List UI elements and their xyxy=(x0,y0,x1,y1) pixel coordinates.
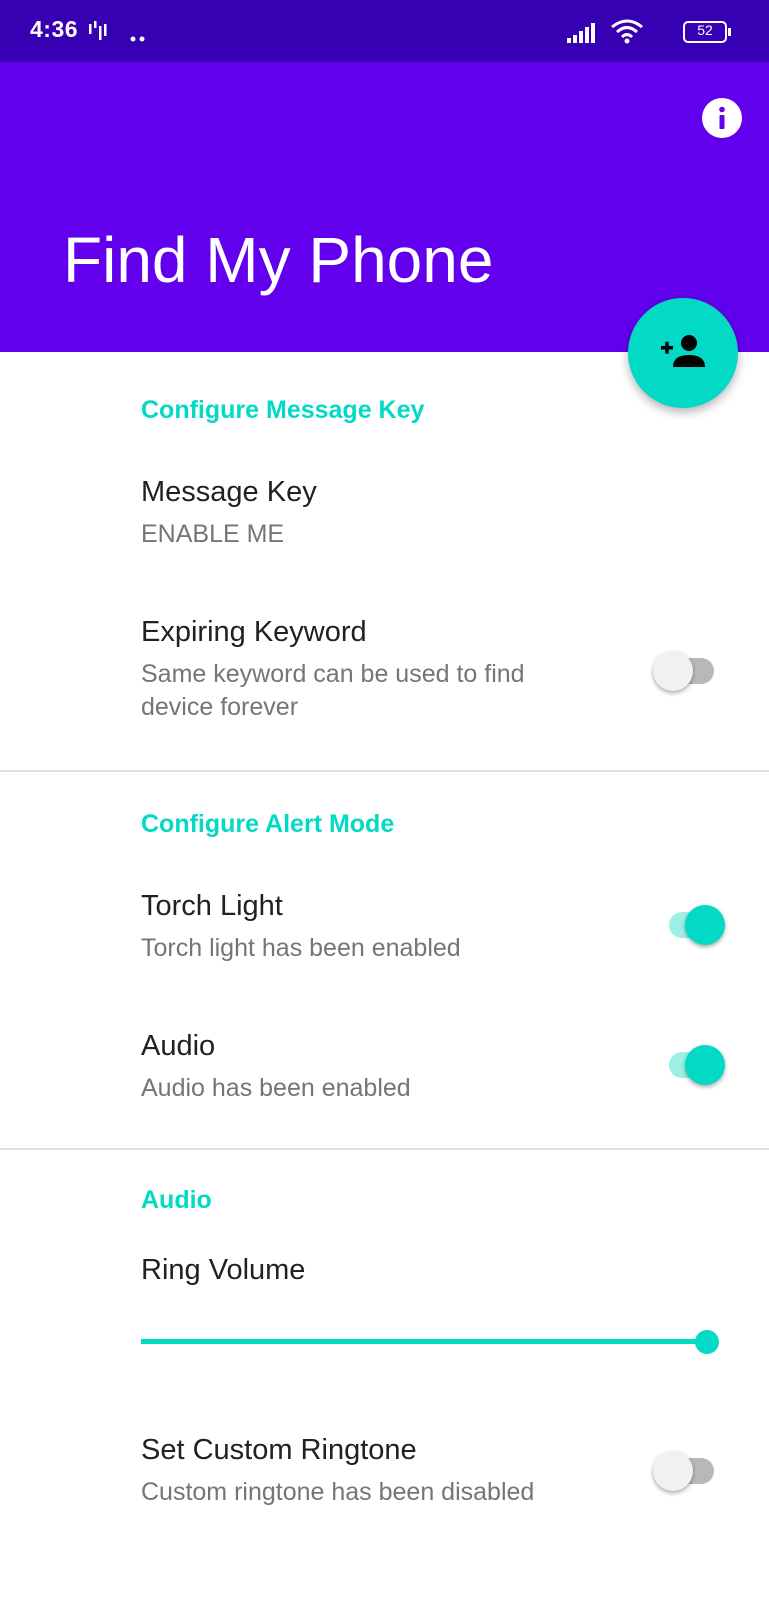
audio-switch[interactable] xyxy=(657,1040,727,1085)
expiring-keyword-switch[interactable] xyxy=(650,646,720,691)
switch-thumb xyxy=(685,905,725,945)
ring-volume-title: Ring Volume xyxy=(141,1254,306,1286)
wifi-icon xyxy=(610,19,644,49)
custom-ringtone-switch[interactable] xyxy=(650,1446,720,1491)
pref-summary: Torch light has been enabled xyxy=(141,934,461,962)
pref-expiring-keyword[interactable]: Expiring Keyword Same keyword can be use… xyxy=(0,602,769,732)
person-add-icon xyxy=(661,335,705,367)
switch-thumb xyxy=(653,651,693,691)
divider xyxy=(0,1148,769,1150)
switch-thumb xyxy=(685,1045,725,1085)
section-header-alert-mode: Configure Alert Mode xyxy=(141,810,395,838)
pref-summary: Audio has been enabled xyxy=(141,1074,411,1102)
page-title: Find My Phone xyxy=(63,224,494,296)
pref-title: Audio xyxy=(141,1030,216,1062)
notification-audio-icon xyxy=(88,21,110,47)
pref-audio[interactable]: Audio Audio has been enabled xyxy=(0,1016,769,1116)
info-icon xyxy=(719,106,725,129)
pref-summary: Same keyword can be used to find device … xyxy=(141,660,525,721)
torch-light-switch[interactable] xyxy=(657,900,727,945)
add-contact-button[interactable] xyxy=(628,298,738,408)
pref-title: Torch Light xyxy=(141,890,283,922)
pref-message-key[interactable]: Message Key ENABLE ME xyxy=(0,462,769,562)
slider-handle[interactable] xyxy=(695,1330,719,1354)
status-bar: 4:36 52 xyxy=(0,0,769,62)
status-time: 4:36 xyxy=(30,16,79,42)
more-notifications-icon xyxy=(130,28,146,47)
ring-volume-slider[interactable] xyxy=(141,1326,719,1356)
pref-title: Message Key xyxy=(141,476,317,508)
slider-fill xyxy=(141,1339,707,1344)
battery-level: 52 xyxy=(697,22,713,38)
pref-torch-light[interactable]: Torch Light Torch light has been enabled xyxy=(0,876,769,976)
pref-title: Expiring Keyword xyxy=(141,616,367,648)
pref-title: Set Custom Ringtone xyxy=(141,1434,417,1466)
pref-summary: Custom ringtone has been disabled xyxy=(141,1478,535,1506)
battery-icon: 52 xyxy=(683,21,731,43)
pref-custom-ringtone[interactable]: Set Custom Ringtone Custom ringtone has … xyxy=(0,1420,769,1520)
divider xyxy=(0,770,769,772)
switch-thumb xyxy=(653,1451,693,1491)
section-header-message-key: Configure Message Key xyxy=(141,396,425,424)
info-button[interactable] xyxy=(702,98,742,138)
pref-summary: ENABLE ME xyxy=(141,520,285,548)
section-header-audio: Audio xyxy=(141,1186,212,1214)
signal-icon xyxy=(567,23,597,47)
